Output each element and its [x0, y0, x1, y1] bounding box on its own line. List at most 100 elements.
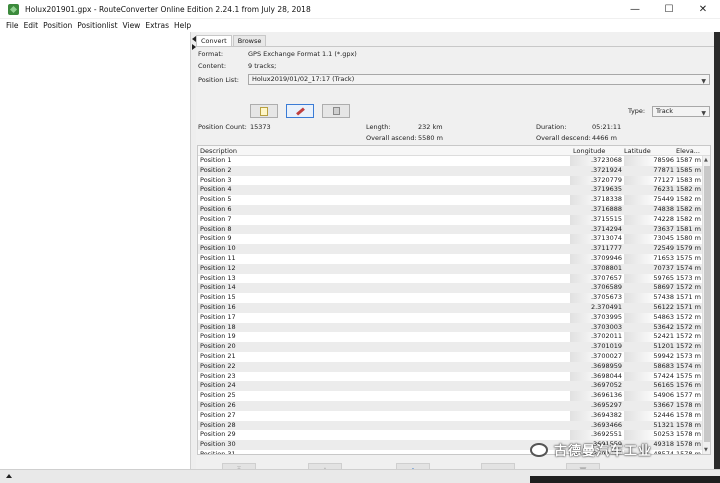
header-latitude[interactable]: Latitude: [624, 147, 651, 155]
table-row[interactable]: Position 15 .3705673 57438 1571 m: [198, 293, 703, 303]
row-description: Position 7: [200, 214, 232, 223]
watermark-text: 古德曼汽车工业: [554, 444, 653, 459]
tab-browse[interactable]: Browse: [232, 35, 267, 46]
menu-position[interactable]: Position: [43, 21, 72, 30]
row-latitude: 72549: [653, 244, 674, 253]
table-row[interactable]: Position 5 .3718338 75449 1582 m: [198, 195, 703, 205]
map-pane[interactable]: [0, 32, 191, 469]
row-elevation: 1571 m: [676, 293, 701, 302]
positions-table[interactable]: Description Longitude Latitude Eleva... …: [197, 145, 711, 455]
row-description: Position 19: [200, 332, 236, 341]
table-row[interactable]: Position 16 2.370491 56122 1571 m: [198, 302, 703, 313]
row-elevation: 1582 m: [676, 185, 701, 194]
row-description: Position 24: [200, 381, 236, 390]
menu-edit[interactable]: Edit: [24, 21, 39, 30]
scroll-down-icon[interactable]: ▼: [704, 447, 708, 453]
row-longitude: .3698044: [590, 371, 622, 380]
tab-convert[interactable]: Convert: [196, 35, 232, 46]
maximize-button[interactable]: ☐: [652, 0, 686, 19]
menu-positionlist[interactable]: Positionlist: [77, 21, 117, 30]
row-longitude: .3701019: [590, 342, 622, 351]
row-elevation: 1572 m: [676, 332, 701, 341]
row-latitude: 74228: [653, 214, 674, 223]
menu-bar: File Edit Position Positionlist View Ext…: [0, 19, 720, 31]
header-elevation[interactable]: Eleva...: [676, 147, 700, 155]
table-row[interactable]: Position 12 .3708801 70737 1574 m: [198, 263, 703, 274]
chevron-down-icon: ▼: [701, 110, 706, 117]
duration-value: 05:21:11: [592, 123, 622, 131]
table-row[interactable]: Position 24 .3697052 56165 1576 m: [198, 381, 703, 392]
header-description[interactable]: Description: [200, 147, 237, 155]
type-label: Type:: [628, 107, 646, 115]
table-row[interactable]: Position 26 .3695297 53667 1578 m: [198, 400, 703, 411]
table-row[interactable]: Position 20 .3701019 51201 1572 m: [198, 342, 703, 352]
new-position-button[interactable]: [250, 104, 278, 118]
table-row[interactable]: Position 19 .3702011 52421 1572 m: [198, 332, 703, 342]
edit-position-button[interactable]: [286, 104, 314, 118]
expand-up-icon[interactable]: [6, 474, 12, 478]
table-row[interactable]: Position 3 .3720779 77127 1583 m: [198, 176, 703, 186]
table-row[interactable]: Position 29 .3692551 50253 1578 m: [198, 430, 703, 440]
row-elevation: 1578 m: [676, 420, 701, 429]
table-row[interactable]: Position 21 .3700027 59942 1573 m: [198, 352, 703, 362]
row-description: Position 25: [200, 391, 236, 400]
row-latitude: 76231: [653, 185, 674, 194]
menu-extras[interactable]: Extras: [145, 21, 169, 30]
descend-value: 4466 m: [592, 134, 617, 142]
row-longitude: .3721924: [590, 165, 622, 174]
table-row[interactable]: Position 7 .3715515 74228 1582 m: [198, 215, 703, 225]
minimize-button[interactable]: —: [618, 0, 652, 19]
row-elevation: 1572 m: [676, 322, 701, 331]
table-row[interactable]: Position 11 .3709946 71653 1575 m: [198, 254, 703, 264]
table-row[interactable]: Position 17 .3703995 54863 1572 m: [198, 313, 703, 323]
vertical-scrollbar[interactable]: ▲ ▼: [702, 156, 710, 454]
scroll-thumb[interactable]: [704, 166, 710, 442]
position-list-select[interactable]: Holux2019/01/02_17:17 (Track) ▼: [248, 74, 710, 85]
row-latitude: 51201: [653, 342, 674, 351]
row-description: Position 9: [200, 234, 232, 243]
row-description: Position 4: [200, 185, 232, 194]
table-row[interactable]: Position 13 .3707657 59765 1573 m: [198, 274, 703, 284]
row-longitude: .3723068: [590, 156, 622, 164]
menu-help[interactable]: Help: [174, 21, 191, 30]
row-latitude: 70737: [653, 263, 674, 272]
table-row[interactable]: Position 14 .3706589 58697 1572 m: [198, 283, 703, 294]
type-select[interactable]: Track ▼: [652, 106, 710, 117]
table-row[interactable]: Position 22 .3698959 58683 1574 m: [198, 361, 703, 372]
row-elevation: 1582 m: [676, 195, 701, 204]
table-row[interactable]: Position 23 .3698044 57424 1575 m: [198, 372, 703, 382]
row-latitude: 56122: [653, 302, 674, 311]
duration-label: Duration:: [536, 123, 567, 131]
table-row[interactable]: Position 27 .3694382 52446 1578 m: [198, 411, 703, 421]
table-row[interactable]: Position 25 .3696136 54906 1577 m: [198, 391, 703, 401]
row-description: Position 16: [200, 302, 236, 311]
row-latitude: 75449: [653, 195, 674, 204]
ascend-label: Overall ascend:: [366, 134, 417, 142]
delete-position-button[interactable]: [322, 104, 350, 118]
table-row[interactable]: Position 9 .3713074 73045 1580 m: [198, 234, 703, 244]
table-row[interactable]: Position 4 .3719635 76231 1582 m: [198, 185, 703, 196]
watermark: 古德曼汽车工业: [530, 440, 652, 459]
ascend-value: 5580 m: [418, 134, 443, 142]
row-latitude: 51321: [653, 420, 674, 429]
row-description: Position 22: [200, 361, 236, 370]
row-latitude: 57424: [653, 371, 674, 380]
row-elevation: 1582 m: [676, 214, 701, 223]
menu-view[interactable]: View: [123, 21, 141, 30]
scroll-up-icon[interactable]: ▲: [704, 157, 708, 163]
table-row[interactable]: Position 2 .3721924 77871 1585 m: [198, 165, 703, 176]
close-button[interactable]: ✕: [686, 0, 720, 19]
table-row[interactable]: Position 1 .3723068 78596 1587 m: [198, 156, 703, 166]
table-row[interactable]: Position 8 .3714294 73637 1581 m: [198, 224, 703, 235]
header-longitude[interactable]: Longitude: [573, 147, 605, 155]
table-rows: Position 1 .3723068 78596 1587 m Position 2.…: [198, 156, 703, 454]
table-row[interactable]: Position 6 .3716888 74838 1582 m: [198, 204, 703, 215]
row-latitude: 54863: [653, 312, 674, 321]
table-row[interactable]: Position 18 .3703003 53642 1572 m: [198, 322, 703, 333]
table-row[interactable]: Position 28 .3693466 51321 1578 m: [198, 420, 703, 431]
convert-panel: Convert Browse Format: GPS Exchange Form…: [196, 32, 714, 479]
row-longitude: .3703995: [590, 312, 622, 321]
menu-file[interactable]: File: [6, 21, 19, 30]
table-row[interactable]: Position 10 .3711777 72549 1579 m: [198, 244, 703, 254]
row-latitude: 57438: [653, 293, 674, 302]
